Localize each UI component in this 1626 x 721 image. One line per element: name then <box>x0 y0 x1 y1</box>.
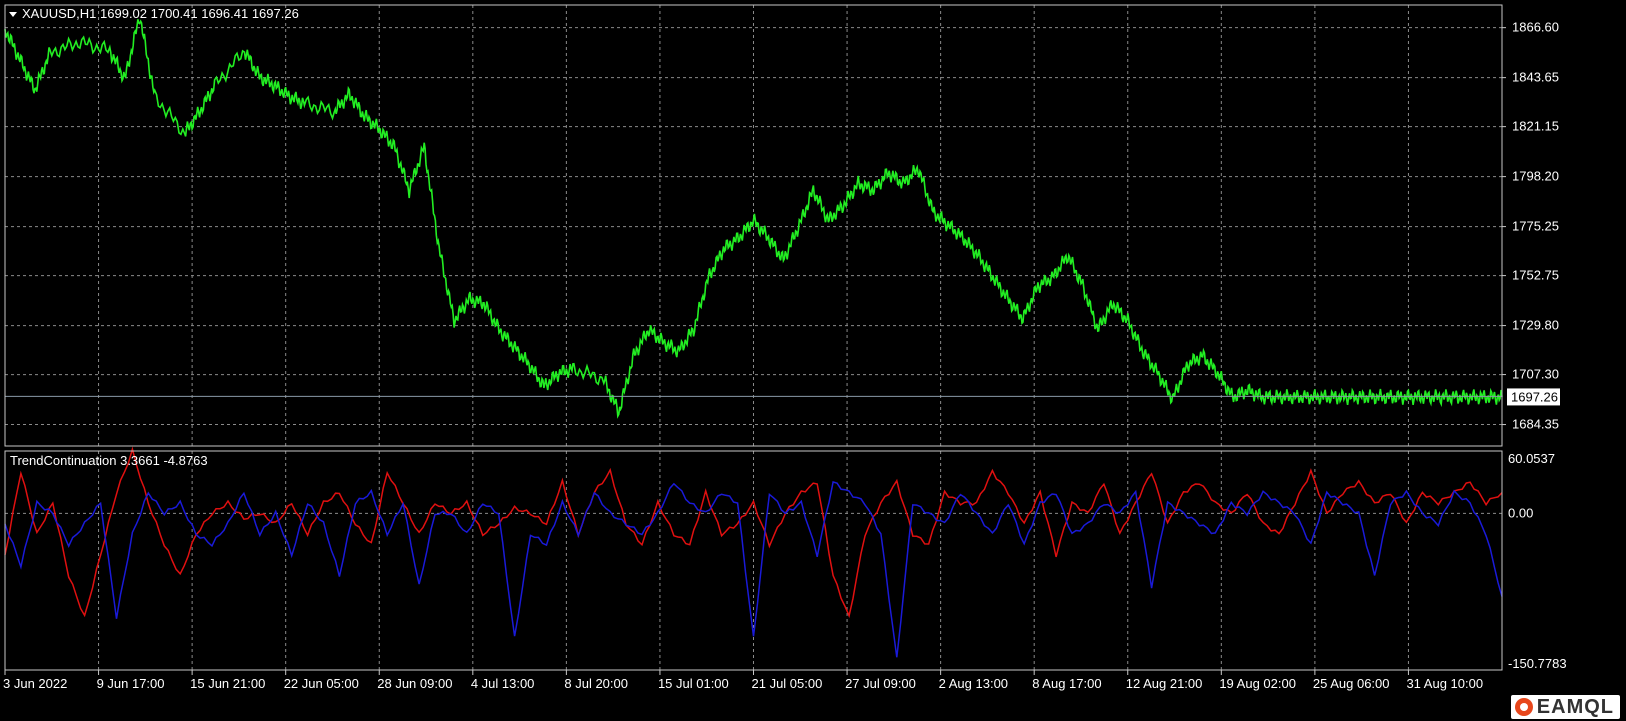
time-tick-label: 4 Jul 13:00 <box>471 676 535 691</box>
time-tick-label: 15 Jul 01:00 <box>658 676 729 691</box>
time-tick-label: 9 Jun 17:00 <box>97 676 165 691</box>
indicator-header: TrendContinuation 3.3661 -4.8763 <box>10 453 208 468</box>
price-tick-label: 1752.75 <box>1512 268 1559 283</box>
time-tick-label: 19 Aug 02:00 <box>1219 676 1296 691</box>
price-tick-label: 1821.15 <box>1512 119 1559 134</box>
trading-chart[interactable]: XAUUSD,H1 1699.02 1700.41 1696.41 1697.2… <box>0 0 1626 721</box>
time-tick-label: 3 Jun 2022 <box>3 676 67 691</box>
time-tick-label: 28 Jun 09:00 <box>377 676 452 691</box>
time-tick-label: 27 Jul 09:00 <box>845 676 916 691</box>
brand-badge: EAMQL <box>1510 695 1620 719</box>
time-tick-label: 31 Aug 10:00 <box>1406 676 1483 691</box>
eamql-logo-icon <box>1514 698 1533 716</box>
price-tick-label: 1843.65 <box>1512 70 1559 85</box>
price-tick-label: 1729.80 <box>1512 318 1559 333</box>
time-tick-label: 8 Jul 20:00 <box>564 676 628 691</box>
brand-label: EAMQL <box>1536 695 1614 718</box>
time-tick-label: 15 Jun 21:00 <box>190 676 265 691</box>
indicator-tick-label: -150.7783 <box>1508 656 1567 671</box>
time-tick-label: 25 Aug 06:00 <box>1313 676 1390 691</box>
price-header: XAUUSD,H1 1699.02 1700.41 1696.41 1697.2… <box>22 6 299 21</box>
time-tick-label: 21 Jul 05:00 <box>752 676 823 691</box>
price-tick-label: 1775.25 <box>1512 219 1559 234</box>
time-tick-label: 22 Jun 05:00 <box>284 676 359 691</box>
current-price-label: 1697.26 <box>1511 389 1558 404</box>
current-price-tag: 1697.26 <box>1507 388 1560 406</box>
time-tick-label: 12 Aug 21:00 <box>1126 676 1203 691</box>
time-tick-label: 8 Aug 17:00 <box>1032 676 1101 691</box>
price-tick-label: 1866.60 <box>1512 20 1559 35</box>
time-tick-label: 2 Aug 13:00 <box>939 676 1008 691</box>
price-tick-label: 1684.35 <box>1512 417 1559 432</box>
price-tick-label: 1798.20 <box>1512 169 1559 184</box>
price-tick-label: 1707.30 <box>1512 367 1559 382</box>
indicator-tick-label: 60.0537 <box>1508 451 1555 466</box>
indicator-tick-label: 0.00 <box>1508 505 1533 520</box>
